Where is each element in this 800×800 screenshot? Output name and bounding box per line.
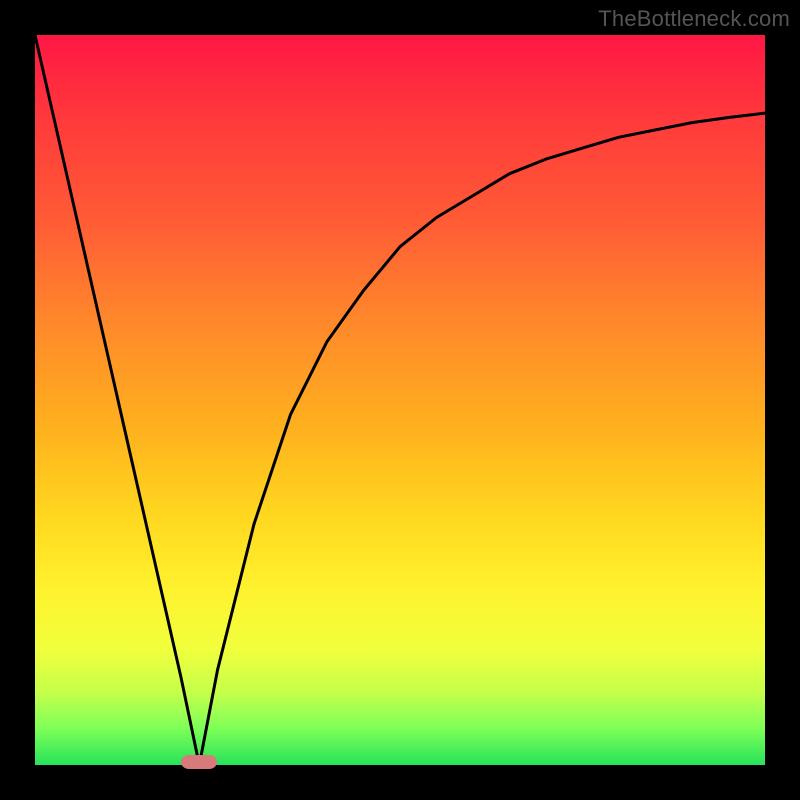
plot-area bbox=[35, 35, 765, 765]
bottleneck-curve bbox=[35, 35, 765, 765]
optimal-marker bbox=[181, 755, 217, 769]
curve-svg bbox=[35, 35, 765, 765]
chart-frame: TheBottleneck.com bbox=[0, 0, 800, 800]
watermark-text: TheBottleneck.com bbox=[598, 6, 790, 32]
